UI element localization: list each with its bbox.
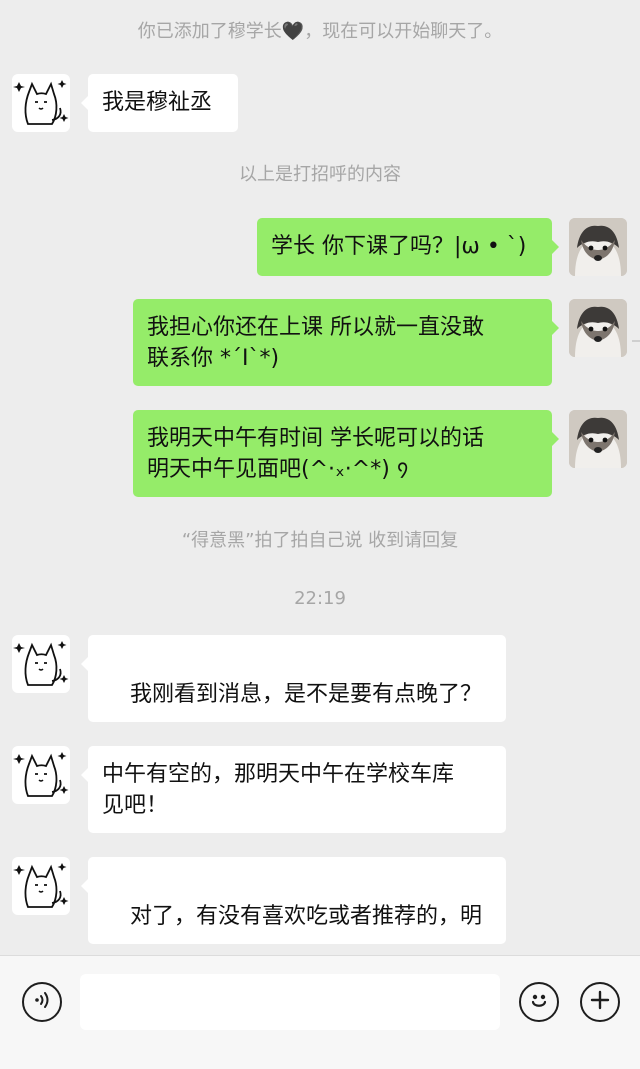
message-text-input[interactable] — [80, 974, 500, 1030]
message-bubble-sent[interactable]: 我担心你还在上课 所以就一直没敢 联系你 *´I`*) — [133, 299, 559, 386]
contact-avatar[interactable] — [12, 857, 70, 915]
message-timestamp: 22:19 — [294, 588, 346, 609]
emoji-icon — [526, 987, 552, 1017]
system-pat-notice: “得意黑”拍了拍自己说 收到请回复 — [181, 530, 459, 551]
system-added-contact-notice: 你已添加了穆学长🖤，现在可以开始聊天了。 — [137, 21, 503, 42]
message-bubble-received[interactable]: 中午有空的，那明天中午在学校车库 见吧！ — [81, 746, 506, 833]
plus-icon — [588, 988, 612, 1016]
message-bubble-received[interactable]: 我是穆祉丞 — [81, 74, 238, 132]
chat-area[interactable]: 你已添加了穆学长🖤，现在可以开始聊天了。 我是穆祉丞 以上是打招呼的内容 学长 … — [0, 0, 640, 955]
contact-avatar[interactable] — [12, 635, 70, 693]
self-avatar[interactable] — [569, 410, 627, 468]
message-text: 对了，有没有喜欢吃或者推荐的，明 天带你去吃 — [129, 904, 482, 929]
grinning-cat-face-icon — [212, 932, 282, 955]
self-avatar[interactable] — [569, 218, 627, 276]
message-bubble-received[interactable]: 我刚看到消息，是不是要有点晚了？ — [81, 635, 506, 799]
message-bubble-sent[interactable]: 学长 你下课了吗？|ω • `) — [257, 218, 559, 276]
emoji-button[interactable] — [519, 982, 559, 1022]
system-greeting-divider: 以上是打招呼的内容 — [239, 164, 401, 185]
self-avatar[interactable] — [569, 299, 627, 357]
scroll-indicator — [632, 340, 640, 342]
message-bubble-sent[interactable]: 我明天中午有时间 学长呢可以的话 明天中午见面吧(^·ₓ·^*) ᠀ — [133, 410, 559, 497]
voice-icon — [30, 988, 54, 1016]
message-text: 我刚看到消息，是不是要有点晚了？ — [129, 682, 482, 707]
contact-avatar[interactable] — [12, 74, 70, 132]
message-input-bar — [0, 955, 640, 1069]
contact-avatar[interactable] — [12, 746, 70, 804]
message-bubble-received[interactable]: 对了，有没有喜欢吃或者推荐的，明 天带你去吃 — [81, 857, 506, 944]
voice-input-button[interactable] — [22, 982, 62, 1022]
more-options-button[interactable] — [580, 982, 620, 1022]
